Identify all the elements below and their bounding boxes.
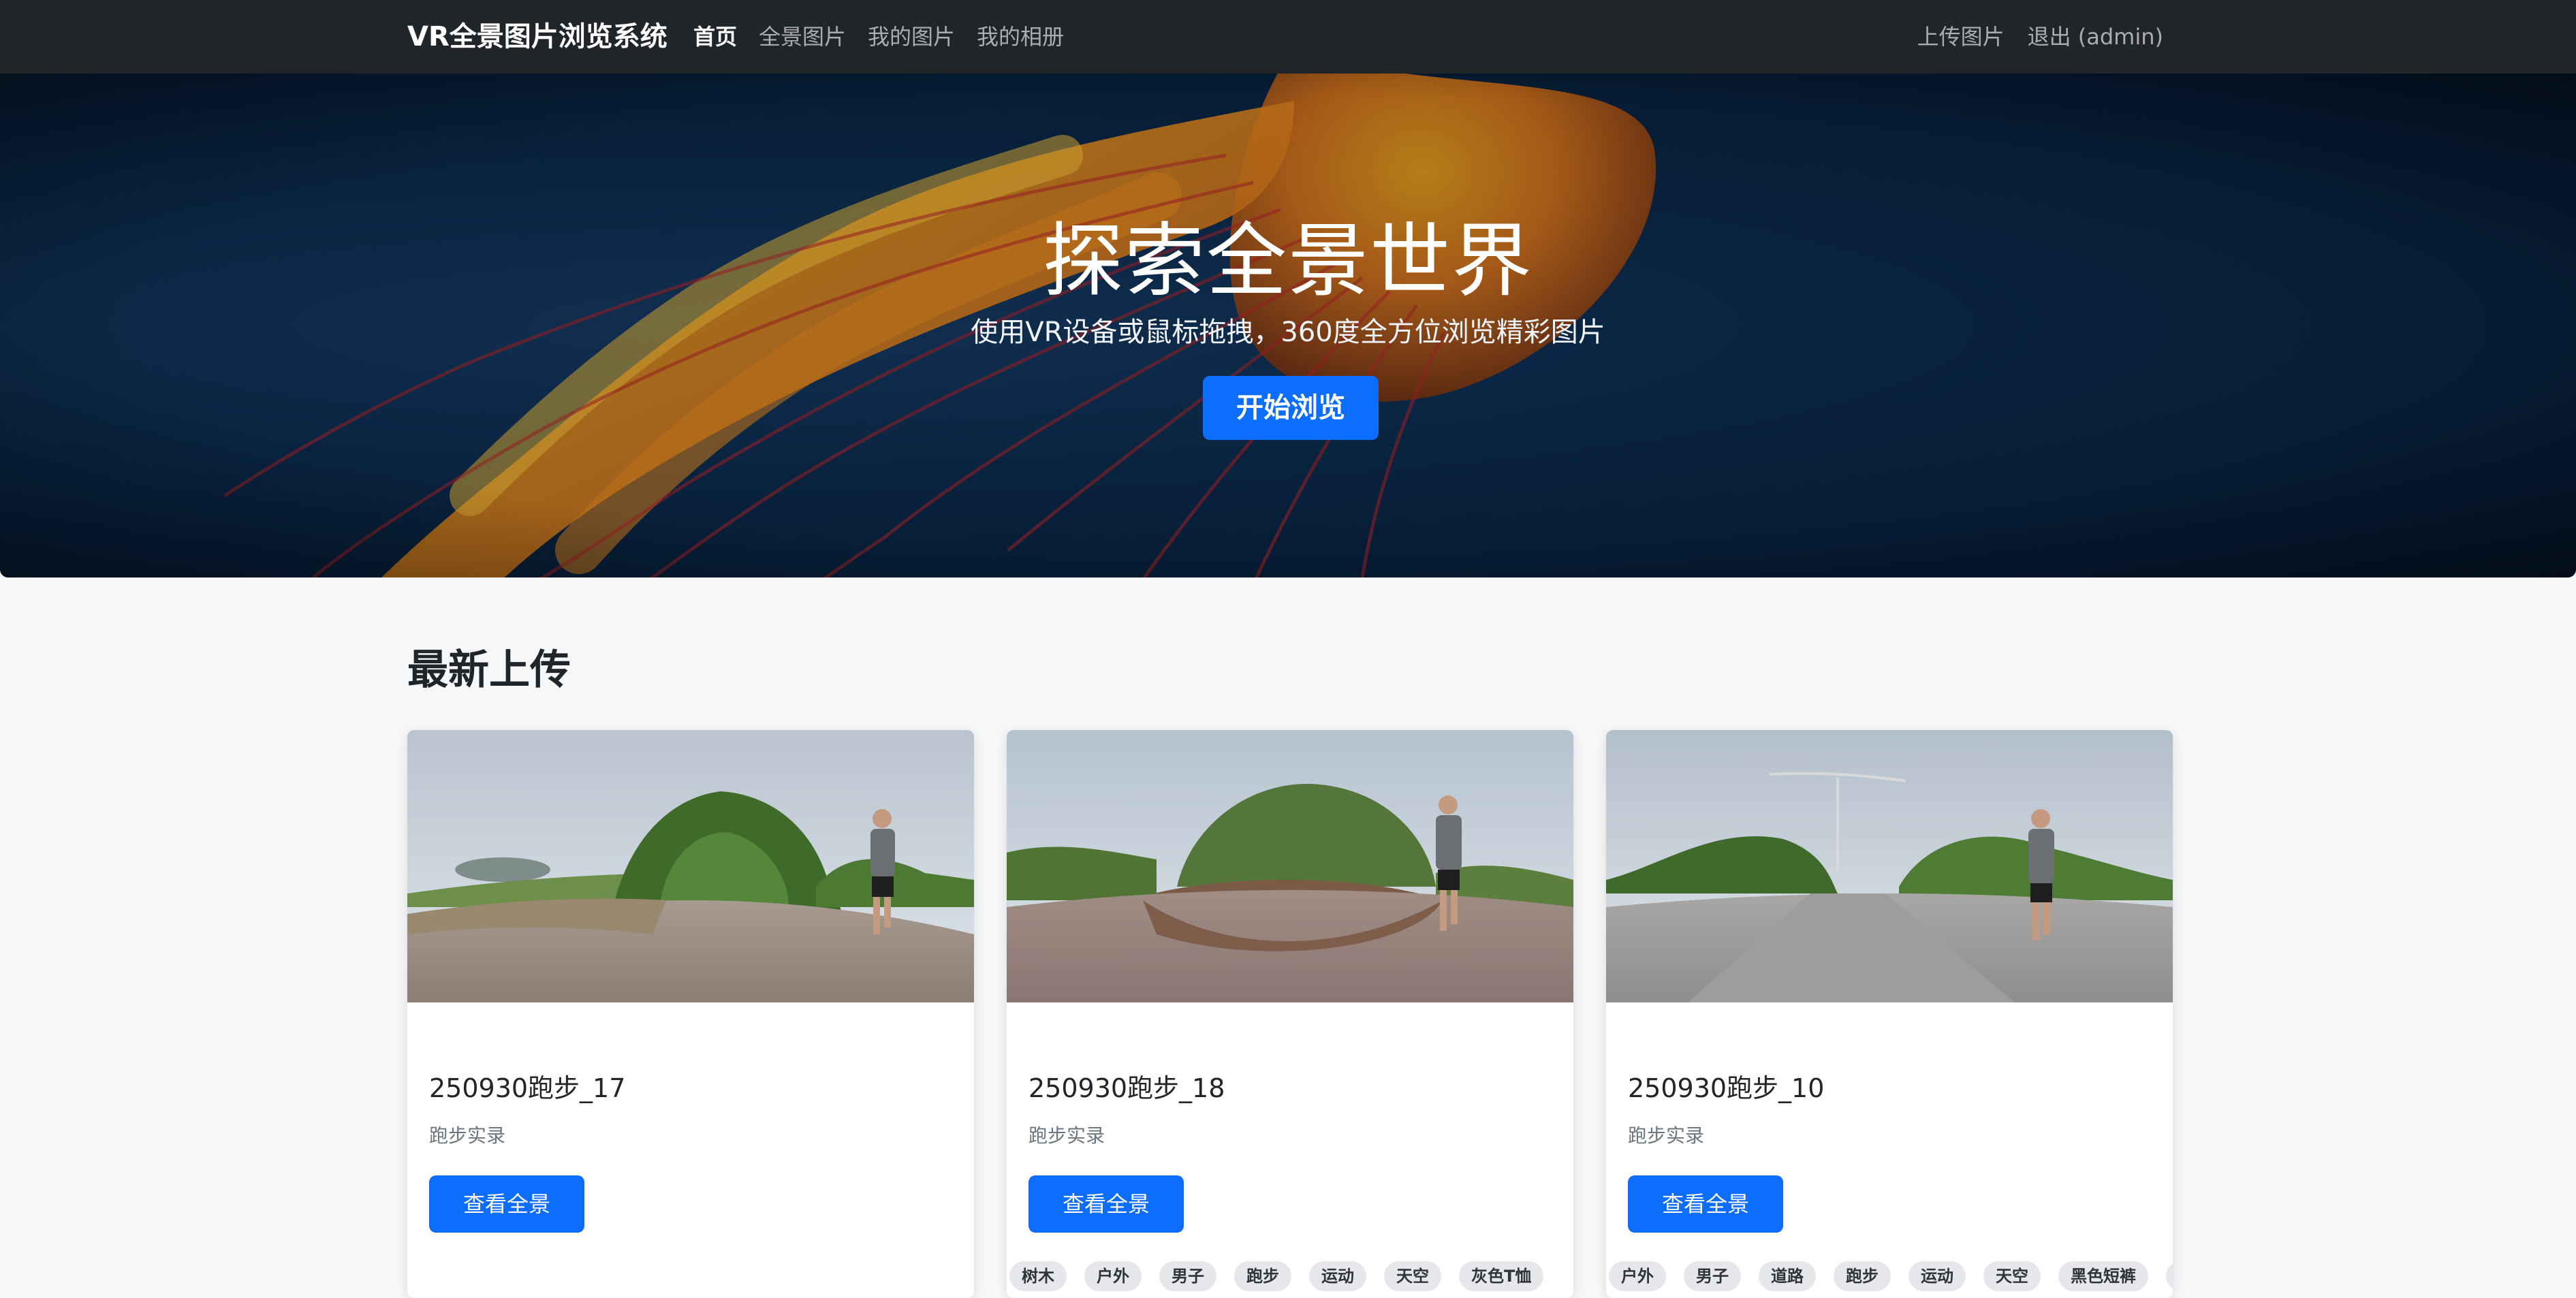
- tag[interactable]: 天空: [1983, 1261, 2041, 1291]
- tag[interactable]: 跑步: [1234, 1261, 1291, 1291]
- nav-user-actions: 上传图片 退出 (admin): [1917, 20, 2163, 53]
- nav-link-panoramas[interactable]: 全景图片: [759, 20, 846, 53]
- nav-link-home[interactable]: 首页: [693, 20, 737, 53]
- panorama-thumbnail-image: [407, 730, 974, 1002]
- hero-subtitle: 使用VR设备或鼠标拖拽，360度全方位浏览精彩图片: [971, 317, 1605, 348]
- tag[interactable]: 男子: [1159, 1261, 1216, 1291]
- nav-link-my-images[interactable]: 我的图片: [868, 20, 955, 53]
- card-title[interactable]: 250930跑步_17: [429, 1069, 625, 1107]
- tag-list: 户外 男子 道路 跑步 运动 天空 黑色短裤 手机: [1609, 1261, 2173, 1291]
- tag[interactable]: 手机: [2166, 1261, 2173, 1291]
- hero-banner: 探索全景世界 使用VR设备或鼠标拖拽，360度全方位浏览精彩图片 开始浏览: [0, 74, 2576, 577]
- tag[interactable]: 户外: [1084, 1261, 1142, 1291]
- tag-list: 树木 户外 男子 跑步 运动 天空 灰色T恤: [1009, 1261, 1544, 1291]
- tag[interactable]: 树木: [1009, 1261, 1067, 1291]
- tag[interactable]: 灰色T恤: [1459, 1261, 1544, 1291]
- panorama-card: 250930跑步_10 跑步实录 查看全景 户外 男子 道路 跑步 运动 天空 …: [1606, 730, 2173, 1298]
- card-description: 跑步实录: [429, 1124, 506, 1147]
- upload-link[interactable]: 上传图片: [1917, 20, 2005, 53]
- navbar: VR全景图片浏览系统 首页 全景图片 我的图片 我的相册 上传图片 退出 (ad…: [0, 0, 2576, 74]
- hero-title: 探索全景世界: [1042, 214, 1533, 308]
- tag[interactable]: 天空: [1384, 1261, 1441, 1291]
- view-panorama-button[interactable]: 查看全景: [1028, 1175, 1184, 1233]
- panorama-thumbnail[interactable]: [1606, 730, 2173, 1002]
- panorama-card: 250930跑步_17 跑步实录 查看全景: [407, 730, 974, 1298]
- view-panorama-button[interactable]: 查看全景: [1628, 1175, 1783, 1233]
- tag[interactable]: 男子: [1684, 1261, 1741, 1291]
- panorama-thumbnail[interactable]: [1007, 730, 1573, 1002]
- panorama-thumbnail-image: [1007, 730, 1573, 1002]
- tag[interactable]: 跑步: [1834, 1261, 1891, 1291]
- tag[interactable]: 运动: [1909, 1261, 1966, 1291]
- logout-link[interactable]: 退出 (admin): [2028, 20, 2163, 53]
- card-description: 跑步实录: [1628, 1124, 1705, 1147]
- card-description: 跑步实录: [1028, 1124, 1105, 1147]
- section-title-latest-uploads: 最新上传: [407, 646, 571, 694]
- tag[interactable]: 运动: [1309, 1261, 1366, 1291]
- brand-logo[interactable]: VR全景图片浏览系统: [407, 18, 667, 56]
- card-title[interactable]: 250930跑步_18: [1028, 1069, 1225, 1107]
- view-panorama-button[interactable]: 查看全景: [429, 1175, 584, 1233]
- start-browsing-button[interactable]: 开始浏览: [1203, 376, 1379, 440]
- panorama-card: 250930跑步_18 跑步实录 查看全景 树木 户外 男子 跑步 运动 天空 …: [1007, 730, 1573, 1298]
- nav-links: 首页 全景图片 我的图片 我的相册: [693, 20, 1064, 53]
- tag[interactable]: 道路: [1759, 1261, 1816, 1291]
- panorama-thumbnail-image: [1606, 730, 2173, 1002]
- card-title[interactable]: 250930跑步_10: [1628, 1069, 1824, 1107]
- nav-link-my-albums[interactable]: 我的相册: [977, 20, 1064, 53]
- tag[interactable]: 户外: [1609, 1261, 1666, 1291]
- panorama-thumbnail[interactable]: [407, 730, 974, 1002]
- tag[interactable]: 黑色短裤: [2058, 1261, 2148, 1291]
